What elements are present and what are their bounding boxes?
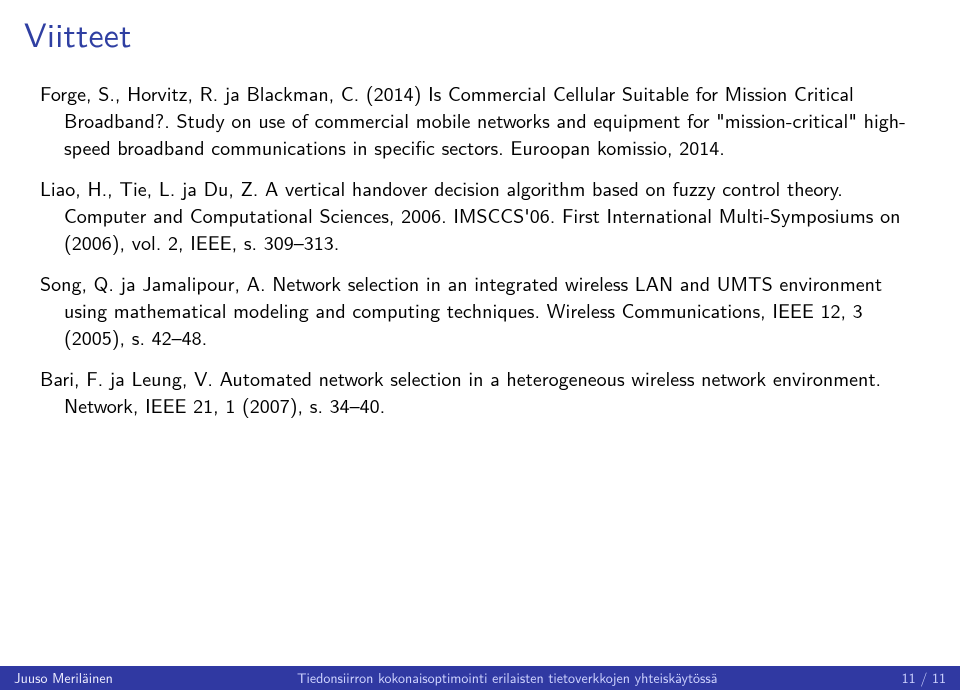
- reference-item: Song, Q. ja Jamalipour, A. Network selec…: [40, 270, 920, 351]
- slide-title: Viitteet: [24, 8, 132, 58]
- reference-item: Bari, F. ja Leung, V. Automated network …: [40, 365, 920, 419]
- footer-title: Tiedonsiirron kokonaisoptimointi erilais…: [127, 666, 888, 690]
- footer-author: Juuso Meriläinen: [0, 666, 127, 690]
- footer-bar: Juuso Meriläinen Tiedonsiirron kokonaiso…: [0, 666, 960, 690]
- reference-item: Liao, H., Tie, L. ja Du, Z. A vertical h…: [40, 175, 920, 256]
- references-list: Forge, S., Horvitz, R. ja Blackman, C. (…: [40, 80, 920, 433]
- reference-item: Forge, S., Horvitz, R. ja Blackman, C. (…: [40, 80, 920, 161]
- slide: Viitteet Forge, S., Horvitz, R. ja Black…: [0, 0, 960, 690]
- footer-page-number: 11 / 11: [888, 666, 960, 690]
